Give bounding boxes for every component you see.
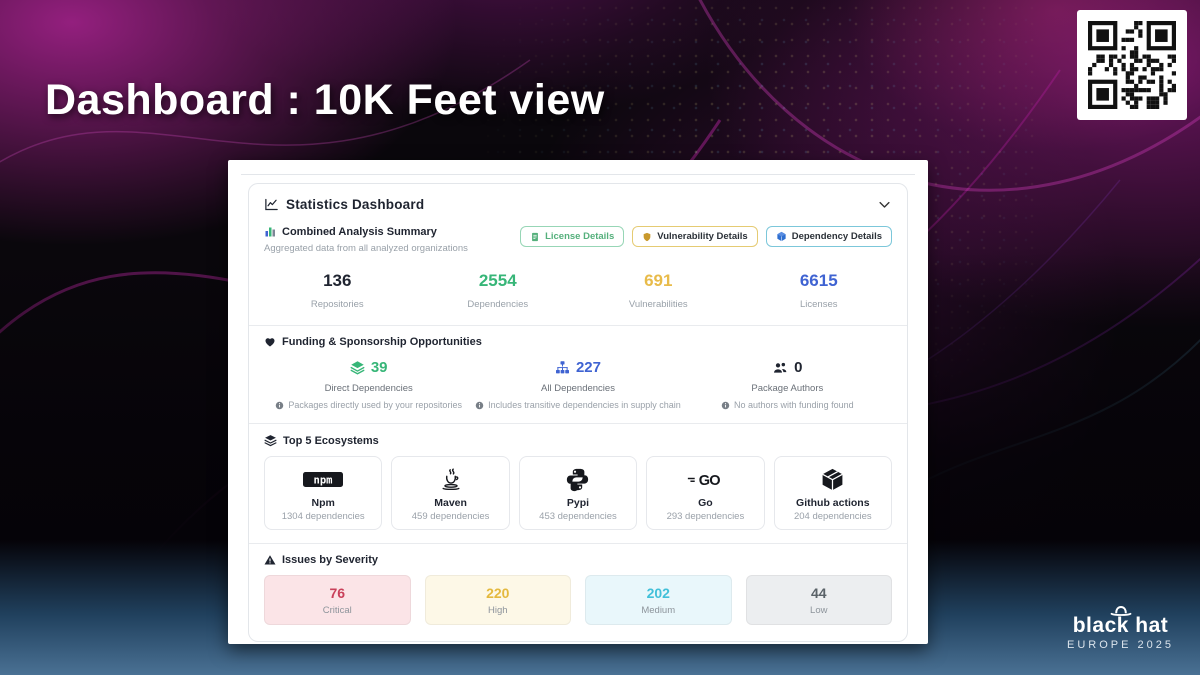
ecosystems-section: Top 5 Ecosystems npm Npm 1304 dependenci… <box>249 423 907 543</box>
funding-package-authors: 0 Package Authors No authors with fundin… <box>683 359 892 410</box>
ecosystem-card-pypi: Pypi 453 dependencies <box>519 456 637 530</box>
line-chart-icon <box>264 197 279 212</box>
warning-icon <box>264 554 276 566</box>
stat-dependencies: 2554 Dependencies <box>418 271 579 310</box>
stat-licenses: 6615 Licenses <box>739 271 900 310</box>
funding-direct-dependencies: 39 Direct Dependencies Packages directly… <box>264 359 473 410</box>
chevron-down-icon[interactable] <box>877 197 892 212</box>
severity-card-medium: 202 Medium <box>585 575 732 625</box>
package-icon <box>776 231 787 242</box>
blackhat-logo: black hat EUROPE 2025 <box>1067 604 1174 651</box>
funding-section: Funding & Sponsorship Opportunities 39 D… <box>249 325 907 423</box>
previous-card-edge <box>241 160 915 175</box>
info-icon[interactable] <box>721 401 730 410</box>
severity-card-critical: 76 Critical <box>264 575 411 625</box>
python-logo <box>565 465 590 495</box>
stack-icon <box>264 434 277 447</box>
dependency-details-button[interactable]: Dependency Details <box>766 226 892 247</box>
license-details-button[interactable]: License Details <box>520 226 624 247</box>
ecosystem-card-go: GO Go 293 dependencies <box>646 456 764 530</box>
severity-card-high: 220 High <box>425 575 572 625</box>
stat-vulnerabilities: 691 Vulnerabilities <box>578 271 739 310</box>
funding-title: Funding & Sponsorship Opportunities <box>282 336 482 348</box>
summary-title: Combined Analysis Summary <box>282 226 437 238</box>
heart-icon <box>264 336 276 348</box>
summary-buttons: License Details Vulnerability Details De… <box>520 226 892 247</box>
card-title: Statistics Dashboard <box>286 197 424 212</box>
vulnerability-details-button[interactable]: Vulnerability Details <box>632 226 757 247</box>
card-header: Statistics Dashboard <box>249 184 907 221</box>
severity-section: Issues by Severity 76 Critical 220 High … <box>249 543 907 641</box>
blackhat-event-text: EUROPE 2025 <box>1067 639 1174 651</box>
dashboard-panel: Statistics Dashboard Combined Analysis S… <box>228 160 928 644</box>
layers-icon <box>350 360 365 375</box>
slide-title: Dashboard : 10K Feet view <box>45 76 605 125</box>
summary-stats: 136 Repositories 2554 Dependencies 691 V… <box>249 254 907 325</box>
bar-chart-icon <box>264 226 276 238</box>
svg-text:GO: GO <box>699 472 720 487</box>
sitemap-icon <box>555 360 570 375</box>
info-icon[interactable] <box>275 401 284 410</box>
statistics-dashboard-card: Statistics Dashboard Combined Analysis S… <box>248 183 908 642</box>
info-icon[interactable] <box>475 401 484 410</box>
blackhat-brand-text: black hat <box>1067 614 1174 638</box>
npm-logo: npm <box>303 465 343 495</box>
ecosystem-card-npm: npm Npm 1304 dependencies <box>264 456 382 530</box>
funding-all-dependencies: 227 All Dependencies Includes transitive… <box>473 359 682 410</box>
ecosystem-card-maven: Maven 459 dependencies <box>391 456 509 530</box>
summary-row: Combined Analysis Summary Aggregated dat… <box>249 221 907 254</box>
stat-repositories: 136 Repositories <box>257 271 418 310</box>
java-logo <box>438 465 464 495</box>
users-icon <box>772 360 788 376</box>
ecosystem-card-github-actions: Github actions 204 dependencies <box>774 456 892 530</box>
cube-logo <box>820 465 845 495</box>
summary-subtitle: Aggregated data from all analyzed organi… <box>264 243 468 254</box>
slide: Dashboard : 10K Feet view Statistics Das… <box>0 0 1200 675</box>
ecosystems-title: Top 5 Ecosystems <box>283 435 379 447</box>
severity-card-low: 44 Low <box>746 575 893 625</box>
go-logo: GO <box>687 465 723 495</box>
severity-title: Issues by Severity <box>282 554 378 566</box>
shield-icon <box>642 232 652 242</box>
license-doc-icon <box>530 232 540 242</box>
qr-pattern <box>1088 21 1176 109</box>
summary-heading: Combined Analysis Summary Aggregated dat… <box>264 226 468 254</box>
qr-code <box>1077 10 1187 120</box>
svg-text:npm: npm <box>314 475 333 487</box>
